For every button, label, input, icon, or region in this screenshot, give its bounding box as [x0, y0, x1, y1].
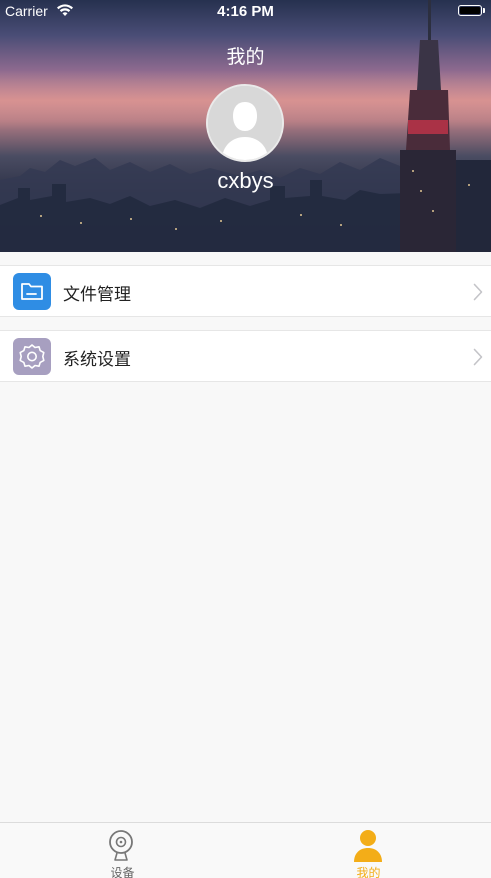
tab-device[interactable]: 设备 — [0, 823, 245, 878]
menu-item-label: 文件管理 — [63, 285, 131, 305]
tab-mine[interactable]: 我的 — [246, 823, 491, 878]
gear-icon — [13, 338, 51, 375]
tab-bar: 设备 我的 — [0, 822, 491, 878]
menu-item-file-management[interactable]: 文件管理 — [0, 265, 491, 317]
person-icon — [353, 829, 383, 867]
page-title: 我的 — [226, 46, 265, 68]
chevron-right-icon — [473, 283, 483, 305]
profile-screen: Carrier 4:16 PM 我的 cxbys 文件管理 系统设置 设备 我的 — [0, 0, 491, 878]
folder-icon — [13, 273, 51, 310]
avatar[interactable] — [206, 84, 284, 162]
chevron-right-icon — [473, 348, 483, 370]
menu-item-label: 系统设置 — [63, 350, 131, 370]
status-bar: Carrier 4:16 PM — [0, 0, 491, 22]
tab-label: 设备 — [110, 866, 135, 878]
clock: 4:16 PM — [217, 3, 274, 20]
menu-item-system-settings[interactable]: 系统设置 — [0, 330, 491, 382]
battery-cap — [483, 8, 485, 13]
camera-icon — [107, 829, 135, 865]
username: cxbys — [217, 168, 274, 193]
default-avatar-icon — [208, 86, 282, 160]
battery-icon — [458, 5, 482, 16]
tab-label: 我的 — [356, 866, 381, 878]
header-banner: Carrier 4:16 PM 我的 cxbys — [0, 0, 491, 252]
